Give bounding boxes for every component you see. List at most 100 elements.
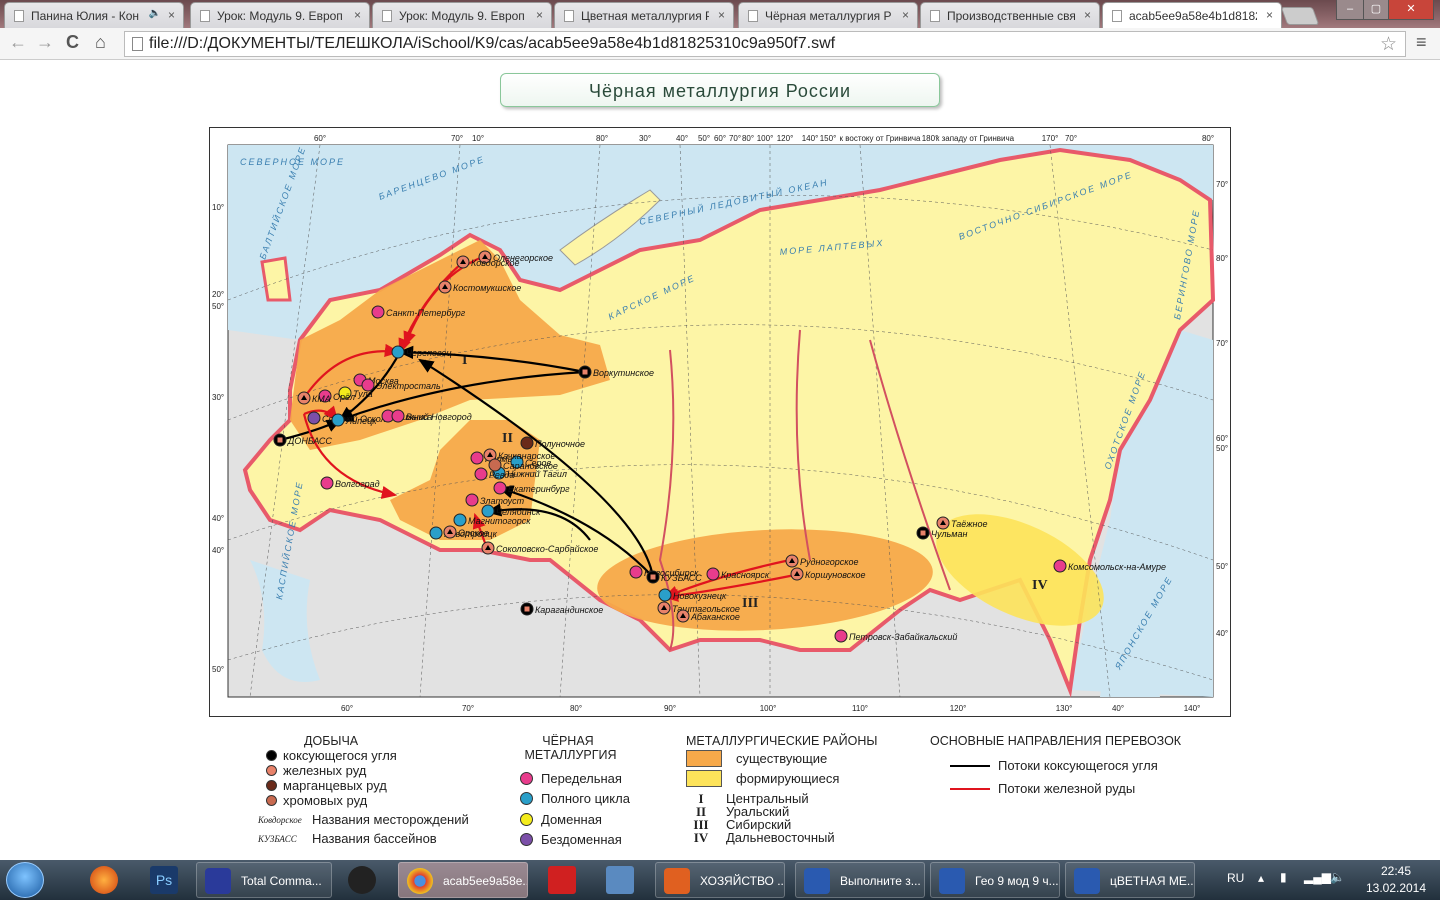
tick-label: 70° xyxy=(462,704,474,713)
map-point-iron[interactable]: Орское xyxy=(443,525,489,539)
volume-icon[interactable]: 🔈 xyxy=(1330,870,1345,884)
tick-label: 110° xyxy=(852,704,868,713)
place-label: Новокузнецк xyxy=(673,591,727,601)
browser-tab[interactable]: Цветная металлургия Р × xyxy=(554,2,734,28)
browser-tab[interactable]: Урок: Модуль 9. Европ × xyxy=(190,2,370,28)
browser-tab[interactable]: Урок: Модуль 9. Европ × xyxy=(372,2,552,28)
existing-swatch xyxy=(686,749,722,767)
close-tab-icon[interactable]: × xyxy=(354,8,361,22)
legend-metallurgy: ЧЁРНАЯ МЕТАЛЛУРГИЯ Передельная Полного ци… xyxy=(518,734,648,850)
tab-title: Производственные свя xyxy=(947,9,1075,23)
taskbar-button[interactable]: цВЕТНАЯ МЕ... xyxy=(1065,862,1195,898)
home-icon[interactable]: ⌂ xyxy=(95,32,106,53)
taskbar-label: Total Comma... xyxy=(241,874,322,888)
camera-icon[interactable] xyxy=(348,866,376,894)
close-tab-icon[interactable]: × xyxy=(1266,8,1273,22)
browser-tab[interactable]: Производственные свя × xyxy=(920,2,1100,28)
close-tab-icon[interactable]: × xyxy=(536,8,543,22)
tick-label: 130° xyxy=(1056,704,1073,713)
page-icon xyxy=(564,10,574,22)
forward-icon[interactable]: → xyxy=(36,32,54,53)
legend-label: существующие xyxy=(736,750,828,766)
close-tab-icon[interactable]: × xyxy=(168,8,175,22)
metallurgy-type-icon xyxy=(520,812,533,826)
map-point-full[interactable]: Череповец xyxy=(391,345,452,359)
close-tab-icon[interactable]: × xyxy=(718,8,725,22)
close-tab-icon[interactable]: × xyxy=(1084,8,1091,22)
map-point-peredel[interactable]: Комсомольск-на-Амуре xyxy=(1053,559,1166,573)
place-label: Волгоград xyxy=(335,479,380,489)
page-title: Чёрная металлургия России xyxy=(500,73,940,107)
power-icon[interactable]: ▮ xyxy=(1280,870,1287,884)
map-point-peredel[interactable]: Ревда xyxy=(474,467,514,481)
firefox-icon[interactable] xyxy=(90,866,118,894)
map-point-peredel[interactable]: Красноярск xyxy=(706,567,770,581)
bookmark-star-icon[interactable]: ☆ xyxy=(1380,33,1397,56)
place-label: Златоуст xyxy=(480,496,525,506)
page-icon xyxy=(748,10,758,22)
map-point-peredel[interactable]: Выкса xyxy=(391,409,432,423)
taskbar-label: Гео 9 мод 9 ч... xyxy=(975,874,1059,888)
map-point-iron[interactable]: Ковдорское xyxy=(456,255,520,269)
page-icon xyxy=(132,37,143,51)
network-icon[interactable]: ▂▄▆ xyxy=(1304,870,1331,884)
map-frame: 60° 70° 10° 80° 30° 40° 50° 60° 70° 80° 100° 120° 14… xyxy=(209,127,1231,717)
tick-label: 70° xyxy=(1065,134,1077,143)
tick-label: 80° xyxy=(570,704,582,713)
tick-label: 140° xyxy=(1184,704,1201,713)
yandex-icon[interactable] xyxy=(548,866,576,894)
map-point-full[interactable]: Липецк xyxy=(331,413,377,427)
minimize-button[interactable]: – xyxy=(1336,0,1364,20)
map-point-iron[interactable]: Абаканское xyxy=(676,609,740,623)
reload-icon[interactable]: C xyxy=(66,32,79,53)
map-point-iron[interactable]: Таёжное xyxy=(936,516,987,530)
map-point-peredel[interactable]: Санкт-Петербург xyxy=(371,305,466,319)
address-bar[interactable]: file:///D:/ДОКУМЕНТЫ/ТЕЛЕШКОЛА/iSchool/K… xyxy=(124,31,1406,57)
place-label: Екатеринбург xyxy=(508,484,570,494)
coal-icon xyxy=(266,750,277,761)
map-point-manganese[interactable]: Полуночное xyxy=(520,436,585,450)
map-point-peredel[interactable]: Волгоград xyxy=(320,476,380,490)
tick-label: 120° xyxy=(777,134,794,143)
show-hidden-icons[interactable]: ▴ xyxy=(1258,871,1264,885)
map-point-full[interactable]: Новокузнецк xyxy=(658,588,727,602)
taskbar-button[interactable]: ХОЗЯЙСТВО ... xyxy=(655,862,785,898)
speaker-app-icon[interactable] xyxy=(606,866,634,894)
tick-label: 10° xyxy=(472,134,484,143)
map-point-peredel[interactable]: Петровск-Забайкальский xyxy=(834,629,957,643)
place-label: Соколовско-Сарбайское xyxy=(496,544,598,554)
maximize-button[interactable]: ▢ xyxy=(1363,0,1389,20)
place-label: Санкт-Петербург xyxy=(386,308,466,318)
taskbar-button[interactable]: Total Comma... xyxy=(196,862,332,898)
tick-label: 20° xyxy=(212,290,224,299)
place-label: Череповец xyxy=(406,348,452,358)
clock-date[interactable]: 13.02.2014 xyxy=(1356,881,1436,895)
taskbar-button[interactable]: acab5ee9a58e... xyxy=(398,862,528,898)
map-point-coal[interactable]: ДОНБАСС xyxy=(273,433,332,447)
photoshop-icon[interactable]: Ps xyxy=(150,866,178,894)
url-text: file:///D:/ДОКУМЕНТЫ/ТЕЛЕШКОЛА/iSchool/K… xyxy=(149,35,836,52)
tick-label: 10° xyxy=(212,203,224,212)
map-point-coal[interactable]: КУЗБАСС xyxy=(646,570,702,584)
tick-label: 170° xyxy=(1042,134,1059,143)
forming-swatch xyxy=(686,769,722,787)
audio-icon[interactable]: 🔈 xyxy=(149,8,161,19)
browser-tab[interactable]: Панина Юлия - Кон 🔈 × xyxy=(4,2,184,28)
back-icon[interactable]: ← xyxy=(9,32,27,53)
browser-tab[interactable]: Чёрная металлургия Р × xyxy=(738,2,918,28)
close-window-button[interactable]: ✕ xyxy=(1388,0,1434,20)
language-indicator[interactable]: RU xyxy=(1227,871,1244,885)
map-point-iron[interactable]: Рудногорское xyxy=(785,554,859,568)
start-button[interactable] xyxy=(6,862,44,898)
clock-time[interactable]: 22:45 xyxy=(1366,864,1426,878)
taskbar-button[interactable]: Выполните з... xyxy=(795,862,925,898)
chrome-menu-icon[interactable]: ≡ xyxy=(1416,32,1427,53)
browser-tab[interactable]: acab5ee9a58e4b1d81825 × xyxy=(1102,2,1282,28)
tab-title: Урок: Модуль 9. Европ xyxy=(399,9,525,23)
map-point-iron[interactable]: Соколовско-Сарбайское xyxy=(481,541,598,555)
map-point-peredel[interactable]: Златоуст xyxy=(465,493,525,507)
taskbar-button[interactable]: Гео 9 мод 9 ч... xyxy=(930,862,1060,898)
new-tab-button[interactable] xyxy=(1280,7,1320,25)
map-point-iron[interactable]: КМА xyxy=(297,391,331,405)
close-tab-icon[interactable]: × xyxy=(902,8,909,22)
